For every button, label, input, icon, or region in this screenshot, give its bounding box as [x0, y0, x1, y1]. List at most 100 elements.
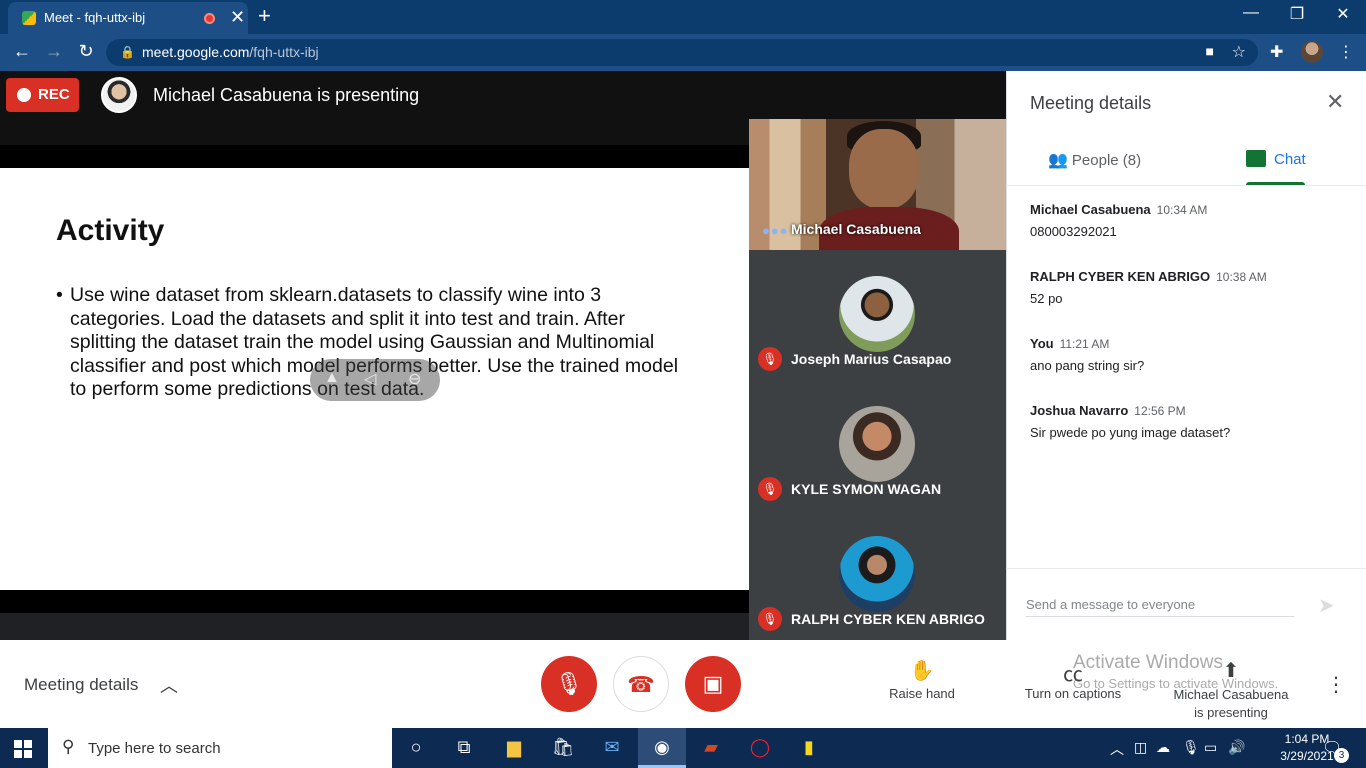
close-panel-icon[interactable]: ✕: [1326, 89, 1344, 115]
bookmark-star-icon[interactable]: ☆: [1232, 42, 1246, 62]
meet-now-icon[interactable]: ◫: [1134, 739, 1147, 756]
people-icon: 👥: [1048, 152, 1068, 169]
message-sender: RALPH CYBER KEN ABRIGO: [1030, 269, 1211, 284]
speaking-indicator-icon: ●●●: [762, 223, 789, 238]
record-dot-icon: [17, 88, 31, 102]
hang-up-icon: ☎: [627, 672, 655, 697]
file-explorer-icon[interactable]: ▆: [501, 737, 527, 759]
participant-tile-michael[interactable]: ●●● Michael Casabuena: [749, 119, 1006, 250]
message-sender: Joshua Navarro: [1030, 403, 1129, 418]
participant-tile-joseph[interactable]: 🎙 Joseph Marius Casapao: [749, 250, 1006, 380]
chat-icon: [1246, 150, 1266, 167]
chrome-icon[interactable]: ◉: [649, 737, 675, 759]
meet-favicon-icon: [22, 11, 36, 25]
message-text: 080003292021: [1030, 224, 1117, 239]
participant-name: RALPH CYBER KEN ABRIGO: [791, 611, 985, 627]
message-text: 52 po: [1030, 291, 1063, 306]
sticky-notes-icon[interactable]: ▮: [796, 737, 822, 759]
store-icon[interactable]: 🛍: [550, 737, 576, 759]
back-button[interactable]: ←: [10, 41, 34, 62]
show-hidden-icons-icon[interactable]: ︿: [1110, 739, 1124, 759]
onedrive-icon[interactable]: ☁: [1156, 739, 1170, 756]
new-tab-button[interactable]: +: [258, 3, 271, 29]
compose-divider: [1006, 568, 1366, 569]
tab-people[interactable]: 👥 People (8): [1048, 150, 1141, 170]
camera-permission-icon[interactable]: ■: [1206, 43, 1214, 59]
participant-name: Joseph Marius Casapao: [791, 351, 952, 367]
message-sender: You: [1030, 336, 1054, 351]
chat-message: Michael Casabuena 10:34 AM 080003292021: [1030, 201, 1350, 239]
camera-toggle-button[interactable]: ▣: [685, 656, 741, 712]
search-placeholder: Type here to search: [88, 740, 221, 757]
tab-chat-label: Chat: [1274, 151, 1306, 168]
chat-message-input[interactable]: Send a message to everyone: [1026, 597, 1294, 617]
pin-icon[interactable]: ▲: [324, 369, 340, 387]
tab-chat[interactable]: Chat: [1246, 150, 1306, 168]
mic-off-icon: 🎙: [758, 477, 782, 501]
participant-video: [849, 129, 919, 209]
search-icon: ⚲: [62, 737, 75, 756]
panel-title: Meeting details: [1030, 93, 1152, 113]
browser-menu-icon[interactable]: ⋮: [1338, 42, 1354, 62]
message-time: 10:34 AM: [1156, 203, 1208, 217]
chat-message: RALPH CYBER KEN ABRIGO 10:38 AM 52 po: [1030, 268, 1350, 306]
mic-toggle-button[interactable]: 🎙: [541, 656, 597, 712]
extensions-icon[interactable]: ✚: [1270, 42, 1283, 62]
close-window-button[interactable]: ✕: [1320, 4, 1366, 24]
profile-avatar[interactable]: [1301, 41, 1323, 63]
present-label-line2: is presenting: [1194, 705, 1268, 720]
meeting-details-button[interactable]: Meeting details: [24, 675, 138, 695]
mail-icon[interactable]: ✉: [599, 737, 625, 759]
mute-icon[interactable]: ◁: [364, 369, 376, 389]
participant-tile-kyle[interactable]: 🎙 KYLE SYMON WAGAN: [749, 380, 1006, 510]
camera-off-icon: ▣: [702, 671, 724, 696]
restore-window-button[interactable]: ❐: [1274, 4, 1320, 24]
captions-label: Turn on captions: [1024, 686, 1122, 701]
participant-name: KYLE SYMON WAGAN: [791, 481, 942, 497]
forward-button[interactable]: →: [42, 41, 66, 62]
task-view-icon[interactable]: ⧉: [451, 737, 477, 759]
browser-tab[interactable]: Meet - fqh-uttx-ibj ✕: [8, 2, 248, 34]
remove-icon[interactable]: ⊖: [408, 369, 421, 389]
participant-name: Michael Casabuena: [791, 221, 921, 237]
network-icon[interactable]: ▭: [1204, 739, 1217, 756]
address-bar[interactable]: 🔒 meet.google.com/fqh-uttx-ibj ■ ☆: [106, 39, 1258, 66]
reload-button[interactable]: ↻: [74, 41, 98, 62]
recording-indicator-icon: [204, 13, 215, 24]
send-icon[interactable]: ➤: [1318, 593, 1335, 618]
opera-icon[interactable]: ◯: [747, 737, 773, 759]
tab-title: Meet - fqh-uttx-ibj: [44, 10, 146, 25]
url-host: meet.google.com: [142, 44, 250, 60]
mic-off-icon: 🎙: [758, 607, 782, 631]
captions-button[interactable]: ㏄ Turn on captions: [1008, 658, 1138, 701]
participant-tile-ralph[interactable]: 🎙 RALPH CYBER KEN ABRIGO: [749, 510, 1006, 640]
mic-off-icon: 🎙: [555, 671, 583, 696]
captions-icon: ㏄: [1063, 664, 1083, 686]
message-time: 12:56 PM: [1134, 404, 1186, 418]
minimize-window-button[interactable]: —: [1228, 4, 1274, 22]
present-now-button[interactable]: ⬆ Michael Casabuena is presenting: [1166, 658, 1296, 722]
volume-icon[interactable]: 🔊: [1228, 739, 1245, 756]
presentation-controls[interactable]: ▲ ◁ ⊖: [310, 359, 440, 401]
start-button[interactable]: [14, 740, 32, 758]
cortana-icon[interactable]: ○: [403, 737, 429, 759]
recording-badge: REC: [6, 78, 79, 112]
chevron-up-icon[interactable]: ︿: [160, 672, 178, 698]
raise-hand-button[interactable]: ✋ Raise hand: [857, 658, 987, 701]
tab-close-icon[interactable]: ✕: [230, 7, 245, 28]
chat-message: You 11:21 AM ano pang string sir?: [1030, 335, 1350, 373]
powerpoint-icon[interactable]: ▰: [698, 737, 724, 759]
chat-message: Joshua Navarro 12:56 PM Sir pwede po yung…: [1030, 402, 1350, 440]
url-path: /fqh-uttx-ibj: [249, 44, 319, 60]
microphone-icon[interactable]: 🎙: [1182, 739, 1200, 756]
message-time: 11:21 AM: [1059, 337, 1110, 351]
panel-divider: [1006, 185, 1366, 186]
meeting-controls-bar: [0, 640, 1366, 728]
mic-off-icon: 🎙: [758, 347, 782, 371]
hand-icon: ✋: [909, 660, 935, 682]
more-options-icon[interactable]: ⋮: [1326, 672, 1346, 697]
lock-icon: 🔒: [120, 45, 135, 59]
message-text: ano pang string sir?: [1030, 358, 1145, 373]
leave-call-button[interactable]: ☎: [613, 656, 669, 712]
taskbar-search[interactable]: ⚲ Type here to search: [48, 728, 392, 768]
